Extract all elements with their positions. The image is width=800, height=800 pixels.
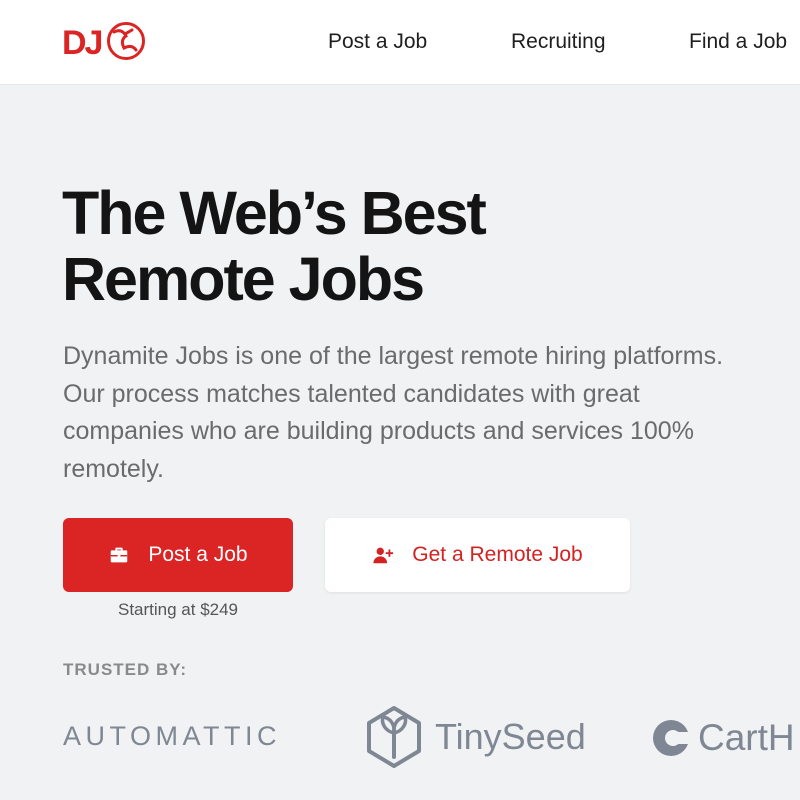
nav-find-a-job[interactable]: Find a Job bbox=[689, 30, 787, 54]
carth-circle-icon bbox=[653, 720, 690, 756]
hero-description: Dynamite Jobs is one of the largest remo… bbox=[63, 338, 800, 488]
dynamite-jobs-logo[interactable]: DJ bbox=[62, 20, 148, 62]
briefcase-icon bbox=[108, 544, 130, 566]
post-a-job-button[interactable]: Post a Job bbox=[63, 518, 293, 592]
hero-description-line: companies who are building products and … bbox=[63, 417, 694, 445]
tinyseed-leaf-icon bbox=[367, 706, 421, 768]
hero-description-line: Our process matches talented candidates … bbox=[63, 379, 640, 408]
post-a-job-label: Post a Job bbox=[148, 543, 248, 566]
tinyseed-wordmark: TinySeed bbox=[435, 716, 586, 757]
hero-description-line: remotely. bbox=[63, 454, 164, 483]
hero-title: The Web’s Best Remote Jobs bbox=[62, 179, 487, 313]
hero-title-line-2: Remote Jobs bbox=[62, 245, 425, 313]
trusted-by-label: TRUSTED BY: bbox=[63, 660, 188, 679]
price-note: Starting at $249 bbox=[117, 600, 239, 619]
carth-logo: CartH bbox=[652, 714, 795, 762]
nav-post-a-job[interactable]: Post a Job bbox=[328, 30, 427, 54]
hero-title-line-1: The Web’s Best bbox=[62, 179, 487, 247]
nav-recruiting[interactable]: Recruiting bbox=[511, 30, 606, 54]
get-a-remote-job-button[interactable]: Get a Remote Job bbox=[325, 518, 630, 592]
carth-wordmark: CartH bbox=[698, 717, 795, 758]
user-plus-icon bbox=[372, 544, 394, 566]
automattic-logo: AUTOMATTIC bbox=[63, 721, 281, 752]
tinyseed-logo: TinySeed bbox=[365, 705, 586, 769]
automattic-wordmark: AUTOMATTIC bbox=[63, 721, 281, 751]
get-a-remote-job-label: Get a Remote Job bbox=[412, 543, 583, 566]
logo-text: DJ bbox=[62, 24, 102, 62]
hero-description-line: Dynamite Jobs is one of the largest remo… bbox=[63, 342, 724, 370]
top-nav-bar: DJ Post a Job Recruiting Find a Job bbox=[0, 0, 800, 85]
